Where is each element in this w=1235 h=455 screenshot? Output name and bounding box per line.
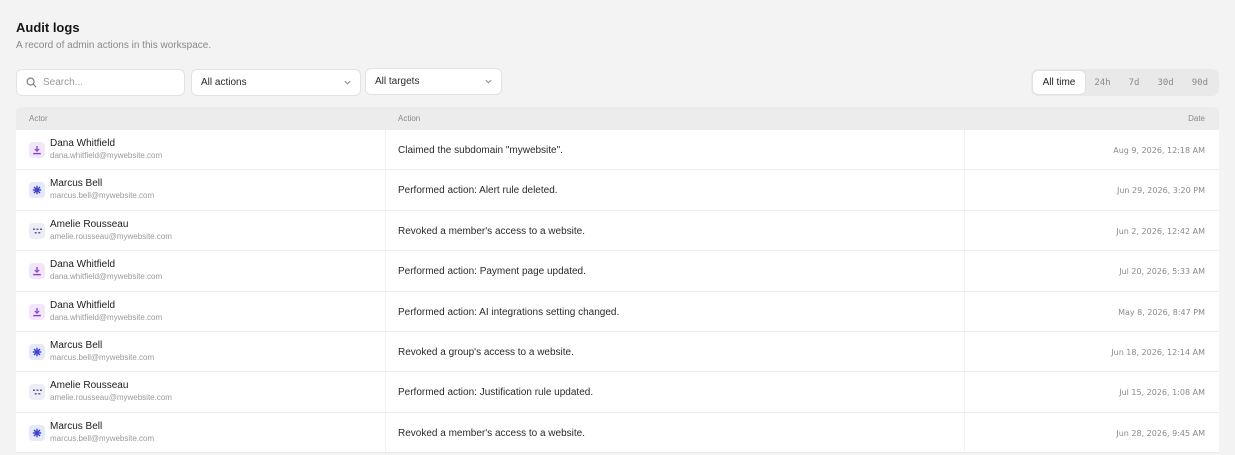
actor-email: amelie.rousseau@mywebsite.com: [50, 393, 172, 403]
column-divider: [385, 170, 386, 210]
actor-name: Amelie Rousseau: [50, 380, 129, 392]
column-divider: [964, 331, 965, 372]
column-divider: [964, 372, 965, 412]
table-row[interactable]: Amelie Rousseau amelie.rousseau@mywebsit…: [16, 372, 1219, 413]
action-description: Revoked a group's access to a website.: [398, 346, 574, 358]
actor-name: Marcus Bell: [50, 339, 103, 351]
actions-filter-value: All actions: [201, 77, 247, 88]
table-row[interactable]: Amelie Rousseau amelie.rousseau@mywebsit…: [16, 210, 1219, 252]
download-icon: [33, 146, 41, 155]
range-option-all-time[interactable]: All time: [1032, 71, 1086, 94]
dots-icon: [32, 228, 42, 234]
column-header-actor[interactable]: Actor: [29, 114, 48, 123]
avatar: [29, 303, 45, 320]
column-divider: [964, 412, 965, 453]
column-divider: [385, 331, 386, 372]
column-divider: [385, 372, 386, 412]
range-option-30d[interactable]: 30d: [1148, 71, 1182, 94]
column-divider: [964, 170, 965, 210]
table-row[interactable]: Dana Whitfield dana.whitfield@mywebsite.…: [16, 251, 1219, 292]
chevron-down-icon: [485, 79, 492, 84]
page-subtitle: A record of admin actions in this worksp…: [16, 40, 212, 51]
action-description: Performed action: Payment page updated.: [398, 266, 586, 278]
table-row[interactable]: Dana Whitfield dana.whitfield@mywebsite.…: [16, 291, 1219, 332]
page-title: Audit logs: [16, 20, 80, 35]
actor-email: amelie.rousseau@mywebsite.com: [50, 231, 172, 241]
avatar: [29, 142, 45, 158]
table-row[interactable]: Dana Whitfield dana.whitfield@mywebsite.…: [16, 130, 1219, 171]
action-description: Performed action: Alert rule deleted.: [398, 185, 558, 197]
time-range-toggle: All time 24h 7d 30d 90d: [1030, 69, 1219, 96]
actor-email: dana.whitfield@mywebsite.com: [50, 312, 163, 322]
column-divider: [964, 130, 965, 170]
column-divider: [964, 251, 965, 291]
actor-name: Marcus Bell: [50, 420, 103, 432]
page-header: Audit logs A record of admin actions in …: [16, 20, 211, 51]
action-date: Jul 20, 2026, 5:33 AM: [1119, 267, 1205, 277]
action-description: Performed action: AI integrations settin…: [398, 306, 620, 318]
actor-name: Marcus Bell: [50, 178, 103, 190]
chevron-down-icon: [344, 80, 351, 85]
column-header-date[interactable]: Date: [1188, 114, 1205, 123]
avatar: [29, 424, 45, 441]
actor-name: Dana Whitfield: [50, 259, 116, 271]
actor-name: Dana Whitfield: [50, 138, 116, 149]
targets-filter-select[interactable]: All targets: [365, 68, 502, 95]
actor-email: dana.whitfield@mywebsite.com: [50, 151, 163, 160]
avatar: [29, 343, 45, 360]
column-divider: [385, 130, 386, 170]
search-icon: [26, 77, 37, 88]
action-date: Jul 15, 2026, 1:08 AM: [1119, 388, 1205, 398]
column-divider: [385, 291, 386, 331]
action-date: Aug 9, 2026, 12:18 AM: [1113, 146, 1205, 155]
table-row[interactable]: Marcus Bell marcus.bell@mywebsite.com Re…: [16, 331, 1219, 373]
action-description: Revoked a member's access to a website.: [398, 427, 585, 439]
table-row[interactable]: Marcus Bell marcus.bell@mywebsite.com Pe…: [16, 170, 1219, 211]
column-divider: [385, 251, 386, 291]
column-divider: [964, 210, 965, 251]
action-date: Jun 28, 2026, 9:45 AM: [1116, 428, 1205, 438]
audit-log-table: Actor Action Date Dana Whitfield dana.wh…: [16, 107, 1219, 454]
actor-email: marcus.bell@mywebsite.com: [50, 352, 155, 362]
action-description: Performed action: Justification rule upd…: [398, 387, 594, 399]
search-box[interactable]: [16, 69, 185, 96]
avatar: [29, 384, 45, 401]
actions-filter-select[interactable]: All actions: [191, 69, 361, 96]
table-header: Actor Action Date: [16, 107, 1219, 130]
range-option-7d[interactable]: 7d: [1120, 71, 1149, 94]
action-date: May 8, 2026, 8:47 PM: [1118, 307, 1205, 317]
targets-filter-value: All targets: [375, 76, 420, 87]
dots-icon: [32, 389, 42, 395]
table-row[interactable]: Marcus Bell marcus.bell@mywebsite.com Re…: [16, 412, 1219, 454]
action-description: Revoked a member's access to a website.: [398, 225, 585, 237]
action-date: Jun 2, 2026, 12:42 AM: [1116, 226, 1205, 236]
avatar: [29, 182, 45, 199]
action-date: Jun 29, 2026, 3:20 PM: [1117, 186, 1205, 196]
download-icon: [33, 307, 41, 316]
actor-email: marcus.bell@mywebsite.com: [50, 191, 155, 201]
asterisk-icon: [32, 347, 42, 357]
column-divider: [964, 291, 965, 331]
action-date: Jun 18, 2026, 12:14 AM: [1111, 347, 1205, 357]
asterisk-icon: [32, 428, 42, 437]
actor-email: dana.whitfield@mywebsite.com: [50, 272, 163, 282]
action-description: Claimed the subdomain "mywebsite".: [398, 145, 563, 156]
search-input[interactable]: [43, 77, 173, 88]
column-header-action[interactable]: Action: [398, 114, 420, 123]
actor-name: Dana Whitfield: [50, 299, 116, 311]
column-divider: [385, 412, 386, 453]
range-option-24h[interactable]: 24h: [1085, 71, 1119, 94]
actor-name: Amelie Rousseau: [50, 218, 129, 230]
asterisk-icon: [32, 186, 42, 195]
table-body: Dana Whitfield dana.whitfield@mywebsite.…: [16, 130, 1219, 454]
avatar: [29, 222, 45, 239]
actor-email: marcus.bell@mywebsite.com: [50, 433, 155, 443]
column-divider: [385, 210, 386, 251]
avatar: [29, 263, 45, 280]
range-option-90d[interactable]: 90d: [1183, 71, 1217, 94]
download-icon: [33, 267, 41, 276]
filter-toolbar: All actions All targets All time 24h 7d …: [16, 68, 1219, 96]
